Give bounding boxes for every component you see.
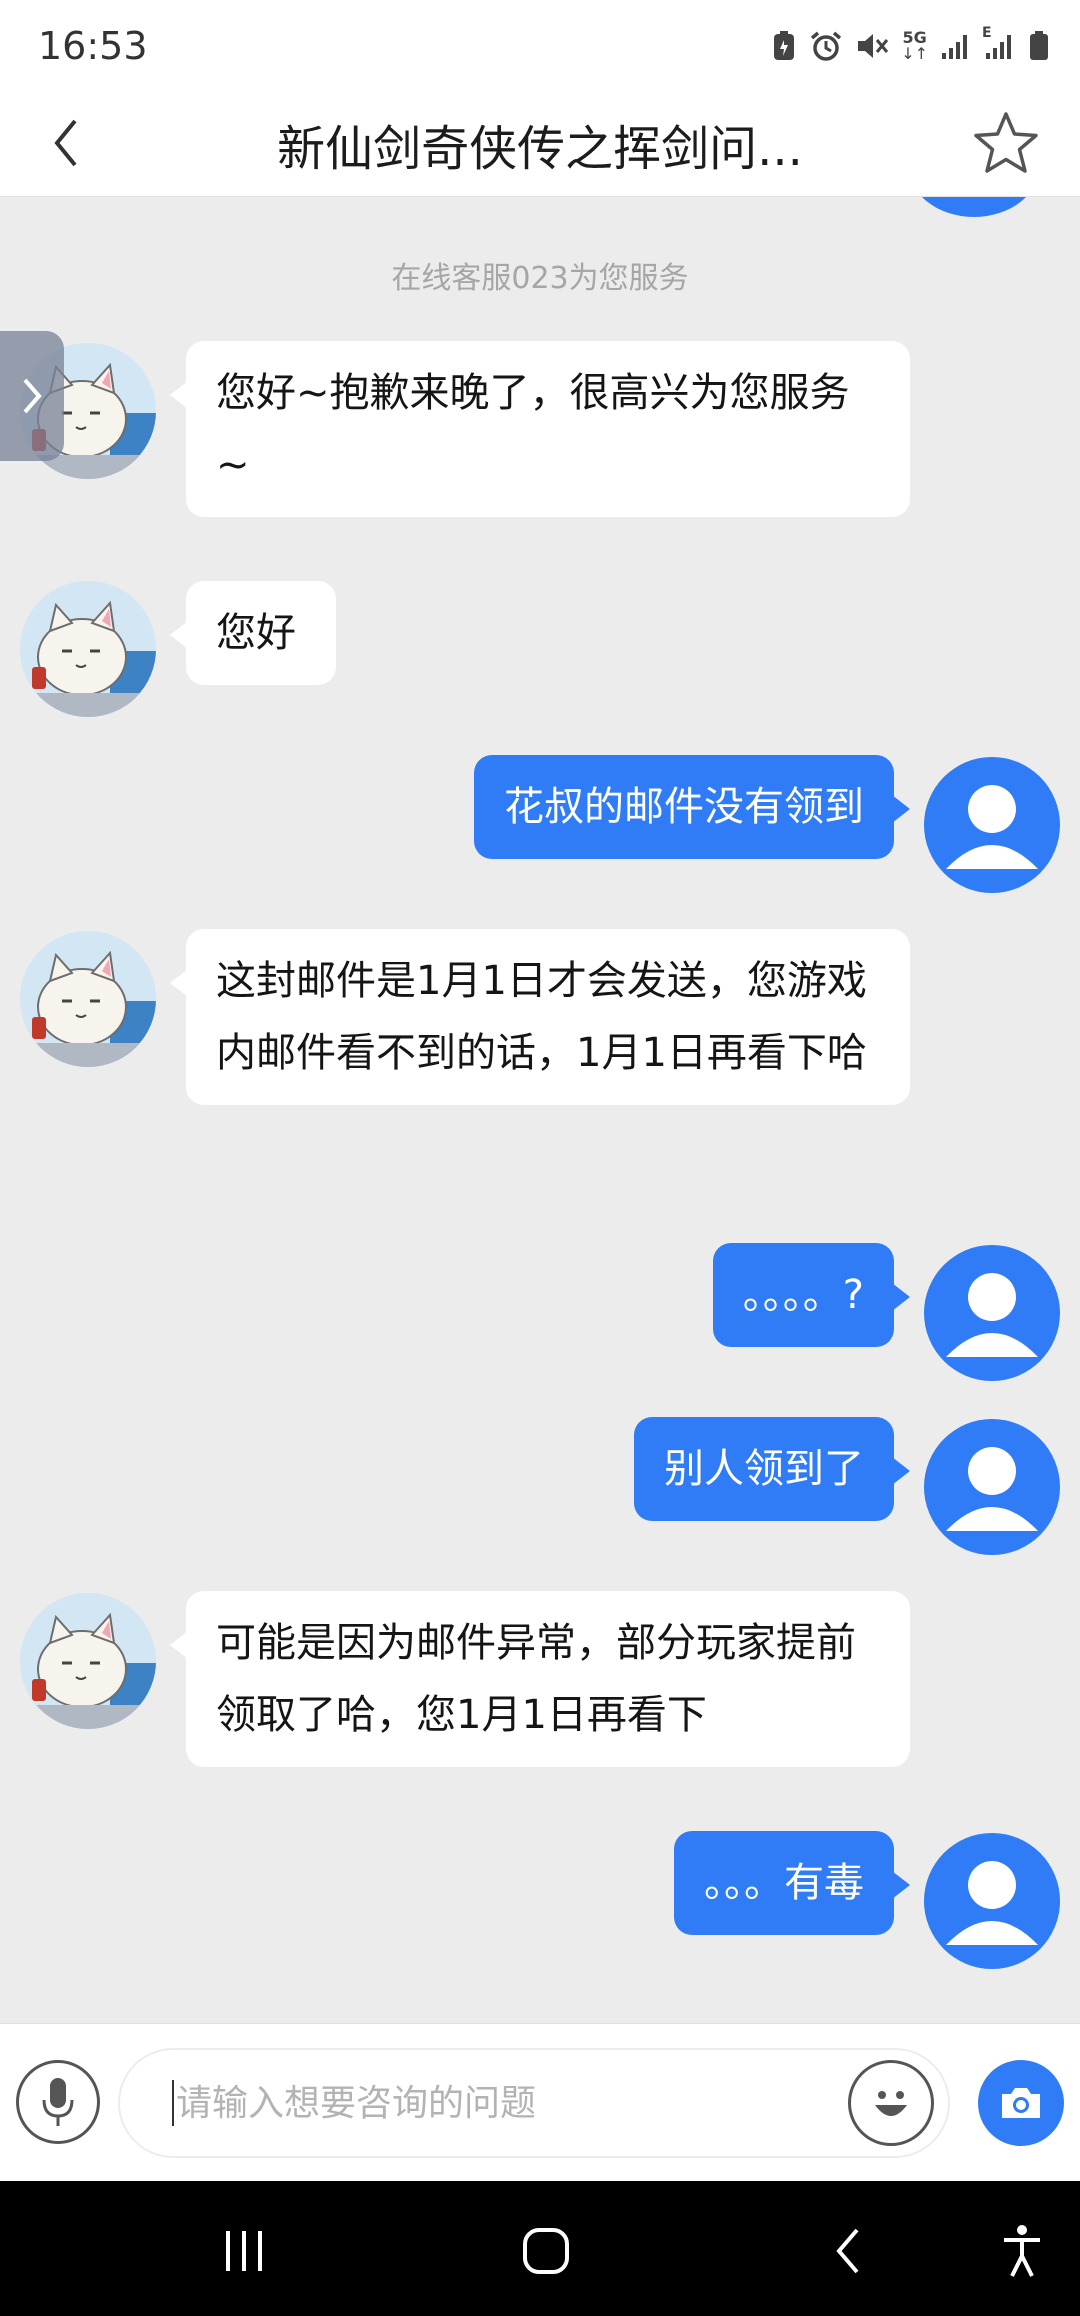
battery-icon (1028, 30, 1050, 62)
user-avatar (924, 1833, 1060, 1969)
person-icon (946, 785, 1038, 869)
emoji-icon (875, 2091, 907, 2116)
input-bar (0, 2023, 1080, 2182)
chevron-left-icon (54, 119, 77, 167)
side-drawer-toggle[interactable] (0, 331, 64, 461)
alarm-icon (809, 30, 843, 62)
agent-message: 您好~抱歉来晚了，很高兴为您服务~ (170, 341, 910, 517)
camera-button[interactable] (978, 2060, 1064, 2146)
favorite-button[interactable] (968, 106, 1044, 182)
agent-message: 您好 (170, 581, 336, 685)
signal-icon (940, 31, 972, 61)
person-icon (946, 1861, 1038, 1945)
home-icon (523, 2228, 569, 2274)
agent-message: 这封邮件是1月1日才会发送，您游戏内邮件看不到的话，1月1日再看下哈 (170, 929, 910, 1105)
signal-icon-2: E (982, 25, 1016, 61)
star-outline-icon (974, 112, 1038, 173)
back-button[interactable] (36, 110, 96, 176)
user-message: 。。。。? (712, 1243, 911, 1347)
emoji-button[interactable] (848, 2060, 934, 2146)
agent-avatar (20, 581, 156, 717)
accessibility-icon (1004, 2225, 1040, 2277)
home-button[interactable] (506, 2221, 586, 2281)
status-icons: 5G ↓↑ E (771, 25, 1050, 63)
text-caret (172, 2080, 174, 2126)
accessibility-button[interactable] (982, 2221, 1062, 2281)
page-title: 新仙剑奇侠传之挥剑问... (277, 121, 803, 177)
user-message: 花叔的邮件没有领到 (474, 755, 910, 859)
status-bar: 16:53 5G ↓↑ E (0, 0, 1080, 92)
camera-icon (1002, 2088, 1040, 2118)
recent-apps-button[interactable] (204, 2221, 284, 2281)
chevron-right-icon (23, 378, 42, 414)
chat-header: 新仙剑奇侠传之挥剑问... (0, 92, 1080, 197)
recent-apps-icon (226, 2231, 262, 2271)
user-avatar (924, 757, 1060, 893)
battery-saver-icon (771, 30, 797, 62)
mute-icon (855, 30, 889, 62)
status-time: 16:53 (38, 24, 148, 68)
system-navigation-bar (0, 2181, 1080, 2316)
user-avatar (924, 1245, 1060, 1381)
back-arrow-icon (836, 2228, 859, 2274)
user-avatar (924, 1419, 1060, 1555)
person-icon (946, 1273, 1038, 1357)
chat-area[interactable]: 在线客服023为您服务 您好~抱歉来晚了，很高兴为您服务~ 您好 花叔的邮件没有… (0, 197, 1080, 2023)
back-nav-button[interactable] (808, 2221, 888, 2281)
system-note: 在线客服023为您服务 (391, 261, 689, 296)
user-avatar (908, 197, 1040, 217)
agent-avatar (20, 931, 156, 1067)
agent-avatar (20, 1593, 156, 1729)
question-input[interactable] (118, 2048, 950, 2158)
user-message: 。。。有毒 (674, 1831, 910, 1935)
signal-label: E (982, 25, 992, 41)
agent-message: 可能是因为邮件异常，部分玩家提前领取了哈，您1月1日再看下 (170, 1591, 910, 1767)
cat-avatar-icon (20, 931, 156, 1067)
cat-avatar-icon (20, 1593, 156, 1729)
voice-button[interactable] (16, 2060, 100, 2144)
data-arrows-icon: 5G ↓↑ (901, 28, 928, 63)
person-icon (946, 1447, 1038, 1531)
cat-avatar-icon (20, 581, 156, 717)
user-message: 别人领到了 (634, 1417, 910, 1521)
microphone-icon (42, 2078, 74, 2126)
